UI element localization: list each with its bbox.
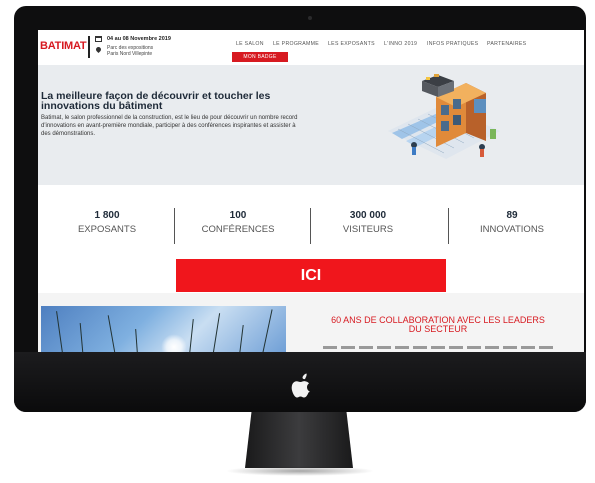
site-header: BATIMAT 04 au 08 Novembre 2019 Parc des … [38,30,584,64]
stat-label: CONFÉRENCES [201,224,275,235]
stat-innovations: 89 INNOVATIONS [452,210,572,235]
website-screen: BATIMAT 04 au 08 Novembre 2019 Parc des … [38,30,584,353]
header-divider [88,36,90,58]
nav-le-programme[interactable]: LE PROGRAMME [273,41,319,47]
imac-stand [245,412,353,468]
hero-description: Batimat, le salon professionnel de la co… [41,115,298,137]
venue-line-2: Paris Nord Villepinte [107,51,153,57]
nav-partenaires[interactable]: PARTENAIRES [487,41,526,47]
calendar-icon [95,36,102,42]
nav-infos-pratiques[interactable]: INFOS PRATIQUES [427,41,478,47]
nav-les-exposants[interactable]: LES EXPOSANTS [328,41,375,47]
batimat-logo[interactable]: BATIMAT [40,40,87,52]
stat-conferences: 100 CONFÉRENCES [178,210,298,235]
event-date: 04 au 08 Novembre 2019 [107,36,171,42]
stat-value: 89 [506,210,518,221]
collaboration-subtext [323,346,553,349]
camera-icon [308,16,312,20]
location-pin-icon [94,45,103,54]
stat-value: 100 [229,210,247,221]
stat-label: EXPOSANTS [77,224,137,235]
stat-divider [174,208,175,244]
mon-badge-button[interactable]: MON BADGE [232,52,288,62]
stat-value: 1 800 [94,210,120,221]
stat-value: 300 000 [349,210,387,221]
stat-label: VISITEURS [342,224,394,235]
nav-inno-2019[interactable]: L'INNO 2019 [384,41,417,47]
stand-shadow [225,466,375,476]
nav-le-salon[interactable]: LE SALON [236,41,264,47]
sun-glow [161,334,187,353]
stat-exposants: 1 800 EXPOSANTS [47,210,167,235]
ici-button[interactable]: ICI [176,259,446,292]
stat-divider [448,208,449,244]
stat-label: INNOVATIONS [479,224,545,235]
hero-title: La meilleure façon de découvrir et touch… [41,90,271,112]
masts-sky-photo [41,306,286,353]
collaboration-title: 60 ANS DE COLLABORATION AVEC LES LEADERS… [331,315,545,334]
stat-visiteurs: 300 000 VISITEURS [308,210,428,235]
apple-logo-icon [291,373,310,398]
hero-banner: La meilleure façon de découvrir et touch… [38,65,584,185]
building-illustration [388,74,500,159]
stats-section: 1 800 EXPOSANTS 100 CONFÉRENCES 300 000 … [38,186,584,258]
